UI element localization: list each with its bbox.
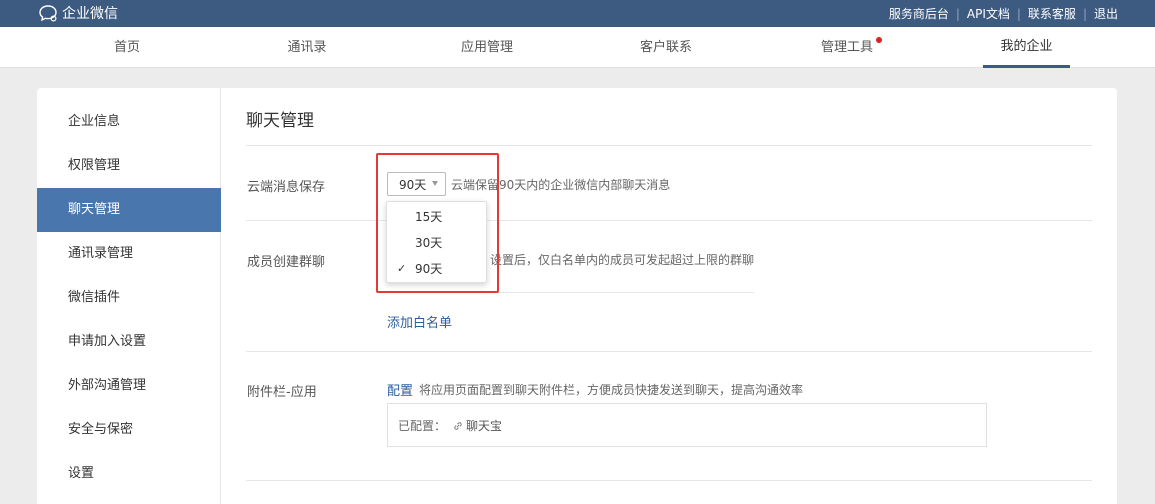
tab-app-management[interactable]: 应用管理 <box>455 27 519 68</box>
retention-select-value: 90天 <box>399 177 427 192</box>
tab-contacts[interactable]: 通讯录 <box>280 27 334 68</box>
divider <box>246 145 1092 146</box>
option-30-days[interactable]: 30天 <box>387 230 486 256</box>
option-label: 30天 <box>415 236 443 250</box>
retention-dropdown: 15天 30天 ✓ 90天 <box>386 201 487 283</box>
cloud-storage-label: 云端消息保存 <box>247 180 326 195</box>
page-title: 聊天管理 <box>246 111 314 131</box>
configure-link[interactable]: 配置 <box>387 380 413 399</box>
sidebar-item-contacts-management[interactable]: 通讯录管理 <box>37 232 221 276</box>
attachment-hint: 将应用页面配置到聊天附件栏，方便成员快捷发送到聊天，提高沟通效率 <box>419 383 804 397</box>
sidebar-item-settings[interactable]: 设置 <box>37 452 221 496</box>
option-label: 90天 <box>415 262 443 276</box>
sidebar-item-chat-management[interactable]: 聊天管理 <box>37 188 221 232</box>
main-nav: 首页 通讯录 应用管理 客户联系 管理工具 我的企业 <box>0 27 1155 68</box>
link-icon <box>454 421 462 430</box>
tab-customer-contact[interactable]: 客户联系 <box>634 27 698 68</box>
sidebar-item-external-communication[interactable]: 外部沟通管理 <box>37 364 221 408</box>
chat-bubble-icon <box>39 5 57 22</box>
top-bar: 企业微信 服务商后台 | API文档 | 联系客服 | 退出 <box>0 0 1155 27</box>
sidebar: 企业信息 权限管理 聊天管理 通讯录管理 微信插件 申请加入设置 外部沟通管理 … <box>37 88 221 504</box>
app-name: 企业微信 <box>62 6 118 22</box>
content-area: 聊天管理 云端消息保存 90天 云端保留90天内的企业微信内部聊天消息 成员创建… <box>246 88 1092 504</box>
notification-dot <box>876 37 882 43</box>
configured-app[interactable]: 聊天宝 <box>452 417 502 434</box>
caret-down-icon <box>432 181 438 186</box>
configured-apps-box: 已配置： 聊天宝 <box>387 403 987 447</box>
group-chat-hint: 设置后，仅白名单内的成员可发起超过上限的群聊 <box>490 253 755 267</box>
link-separator: | <box>955 6 960 21</box>
api-docs-link[interactable]: API文档 <box>967 5 1010 22</box>
group-chat-label: 成员创建群聊 <box>247 255 326 270</box>
option-90-days[interactable]: ✓ 90天 <box>387 256 486 282</box>
tab-my-enterprise[interactable]: 我的企业 <box>983 27 1070 68</box>
sidebar-item-security[interactable]: 安全与保密 <box>37 408 221 452</box>
sidebar-item-permissions[interactable]: 权限管理 <box>37 144 221 188</box>
configured-label: 已配置： <box>398 419 447 433</box>
contact-support-link[interactable]: 联系客服 <box>1028 5 1076 22</box>
sidebar-item-wechat-plugin[interactable]: 微信插件 <box>37 276 221 320</box>
cloud-storage-hint: 云端保留90天内的企业微信内部聊天消息 <box>451 178 671 192</box>
logout-link[interactable]: 退出 <box>1094 5 1118 22</box>
configured-app-name: 聊天宝 <box>466 419 503 433</box>
attachment-label: 附件栏-应用 <box>247 385 317 400</box>
sidebar-item-join-settings[interactable]: 申请加入设置 <box>37 320 221 364</box>
retention-select[interactable]: 90天 <box>387 172 446 196</box>
add-whitelist-link[interactable]: 添加白名单 <box>387 312 452 331</box>
checkmark-icon: ✓ <box>397 262 407 275</box>
header-links: 服务商后台 | API文档 | 联系客服 | 退出 <box>889 0 1118 27</box>
sidebar-item-enterprise-info[interactable]: 企业信息 <box>37 100 221 144</box>
link-separator: | <box>1016 6 1021 21</box>
tab-home[interactable]: 首页 <box>104 27 150 68</box>
app-logo[interactable]: 企业微信 <box>38 3 118 23</box>
link-separator: | <box>1082 6 1087 21</box>
service-provider-link[interactable]: 服务商后台 <box>889 5 949 22</box>
tab-management-tools[interactable]: 管理工具 <box>815 27 879 68</box>
divider <box>246 351 1092 352</box>
main-card: 企业信息 权限管理 聊天管理 通讯录管理 微信插件 申请加入设置 外部沟通管理 … <box>37 88 1117 504</box>
divider <box>387 292 754 293</box>
divider <box>246 220 1092 221</box>
option-15-days[interactable]: 15天 <box>387 204 486 230</box>
option-label: 15天 <box>415 210 443 224</box>
divider <box>246 480 1092 481</box>
